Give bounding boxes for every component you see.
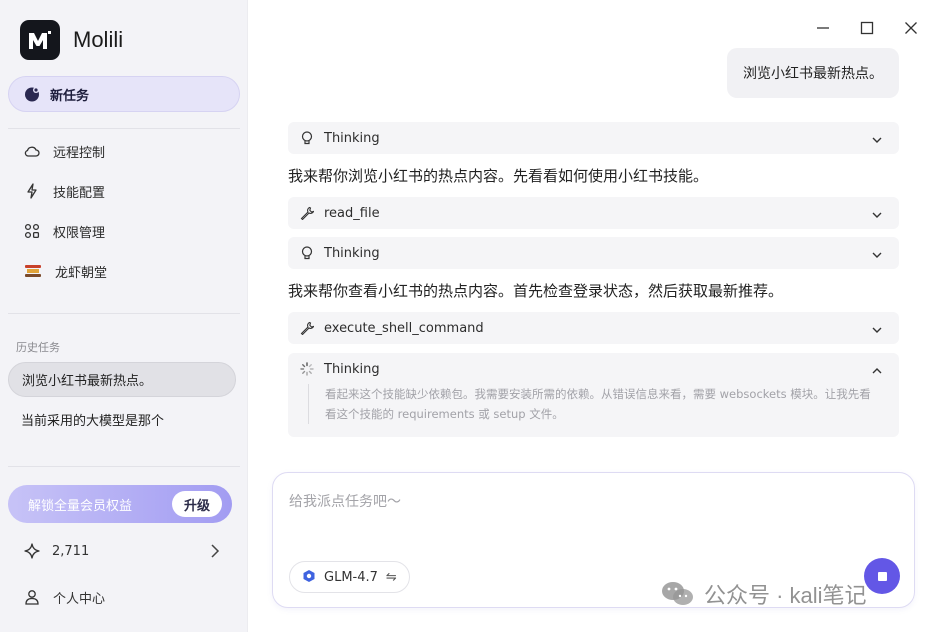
upgrade-label: 解锁全量会员权益 <box>28 498 133 514</box>
user-message-bubble: 浏览小红书最新热点。 <box>727 48 899 98</box>
chevron-down-icon <box>871 131 883 150</box>
profile-label: 个人中心 <box>53 591 106 607</box>
tool-step[interactable]: execute_shell_command <box>288 312 899 344</box>
thinking-panel-expanded: Thinking 看起来这个技能缺少依赖包。我需要安装所需的依赖。从错误信息来看… <box>288 353 899 437</box>
assistant-message: 我来帮你查看小红书的热点内容。首先检查登录状态，然后获取最新推荐。 <box>288 282 784 300</box>
stop-icon <box>877 571 887 581</box>
history-section-label: 历史任务 <box>16 341 60 354</box>
thinking-header[interactable]: Thinking <box>300 361 380 377</box>
stop-button[interactable] <box>864 558 900 594</box>
points-value: 2,711 <box>52 543 90 559</box>
history-item[interactable]: 当前采用的大模型是那个 <box>8 402 236 437</box>
sidebar: Molili 新任务 远程控制 技能配置 权限管理 龙虾朝堂 历史任务 浏览小红… <box>0 0 248 632</box>
minimize-button[interactable] <box>813 18 833 38</box>
maximize-icon <box>860 21 874 35</box>
loading-spinner-icon <box>300 362 314 376</box>
nav-item-lobster-hall[interactable]: 龙虾朝堂 <box>24 259 107 283</box>
user-icon <box>24 589 40 605</box>
step-label: Thinking <box>324 361 380 377</box>
thinking-step[interactable]: Thinking <box>288 122 899 154</box>
cloud-icon <box>24 143 40 159</box>
upgrade-banner[interactable]: 解锁全量会员权益 升级 <box>8 485 232 523</box>
chevron-down-icon <box>871 206 883 225</box>
nav-item-label: 龙虾朝堂 <box>55 265 108 281</box>
step-label: execute_shell_command <box>324 320 484 336</box>
bolt-icon <box>24 183 40 199</box>
chevron-down-icon <box>871 321 883 340</box>
model-selector[interactable]: GLM-4.7 ⇋ <box>289 561 410 593</box>
app-logo-icon <box>20 20 60 60</box>
divider <box>8 128 240 129</box>
thinking-text-line: 看起来这个技能缺少依赖包。我需要安装所需的依赖。从错误信息来看，需要 webso… <box>325 387 871 401</box>
maximize-button[interactable] <box>857 18 877 38</box>
nav-item-label: 远程控制 <box>53 145 106 161</box>
model-name: GLM-4.7 <box>324 569 378 585</box>
assistant-message: 我来帮你浏览小红书的热点内容。先看看如何使用小红书技能。 <box>288 167 709 185</box>
upgrade-button[interactable]: 升级 <box>171 491 222 517</box>
tool-step[interactable]: read_file <box>288 197 899 229</box>
step-label: read_file <box>324 205 380 221</box>
divider <box>8 313 240 314</box>
step-label: Thinking <box>324 130 380 146</box>
profile-row[interactable]: 个人中心 <box>24 586 105 608</box>
divider <box>8 466 240 467</box>
brand: Molili <box>20 20 123 60</box>
nav-item-skill-config[interactable]: 技能配置 <box>24 179 105 203</box>
nav-item-label: 权限管理 <box>53 225 106 241</box>
new-task-button[interactable]: 新任务 <box>8 76 240 112</box>
points-row[interactable]: 2,711 <box>24 540 224 562</box>
close-icon <box>905 22 917 34</box>
thinking-content: 看起来这个技能缺少依赖包。我需要安装所需的依赖。从错误信息来看，需要 webso… <box>308 384 888 424</box>
sparkle-icon <box>24 543 40 559</box>
bulb-icon <box>300 246 314 260</box>
watermark: 公众号 · kali笔记 <box>660 578 867 610</box>
watermark-text: 公众号 · kali笔记 <box>704 583 867 608</box>
wechat-icon <box>662 582 693 605</box>
chevron-down-icon <box>871 246 883 265</box>
chevron-up-icon[interactable] <box>871 362 883 381</box>
minimize-icon <box>817 27 829 29</box>
thinking-text-line: 看这个技能的 requirements 或 setup 文件。 <box>325 407 564 421</box>
swap-icon: ⇋ <box>385 569 397 585</box>
bulb-icon <box>300 131 314 145</box>
nav-item-permissions[interactable]: 权限管理 <box>24 219 105 243</box>
nav-item-label: 技能配置 <box>53 185 106 201</box>
close-button[interactable] <box>901 18 921 38</box>
chevron-right-icon <box>210 543 220 562</box>
step-label: Thinking <box>324 245 380 261</box>
app-name: Molili <box>73 27 124 52</box>
model-logo-icon <box>302 568 316 587</box>
wrench-icon <box>300 206 314 220</box>
composer-input[interactable]: 给我派点任务吧～ <box>289 491 401 511</box>
nav-item-remote-control[interactable]: 远程控制 <box>24 139 105 163</box>
wrench-icon <box>300 321 314 335</box>
thinking-step[interactable]: Thinking <box>288 237 899 269</box>
history-item[interactable]: 浏览小红书最新热点。 <box>8 362 236 397</box>
lobster-icon <box>24 263 42 279</box>
new-task-label: 新任务 <box>50 88 90 104</box>
new-task-icon <box>24 86 40 102</box>
apps-icon <box>24 223 40 239</box>
